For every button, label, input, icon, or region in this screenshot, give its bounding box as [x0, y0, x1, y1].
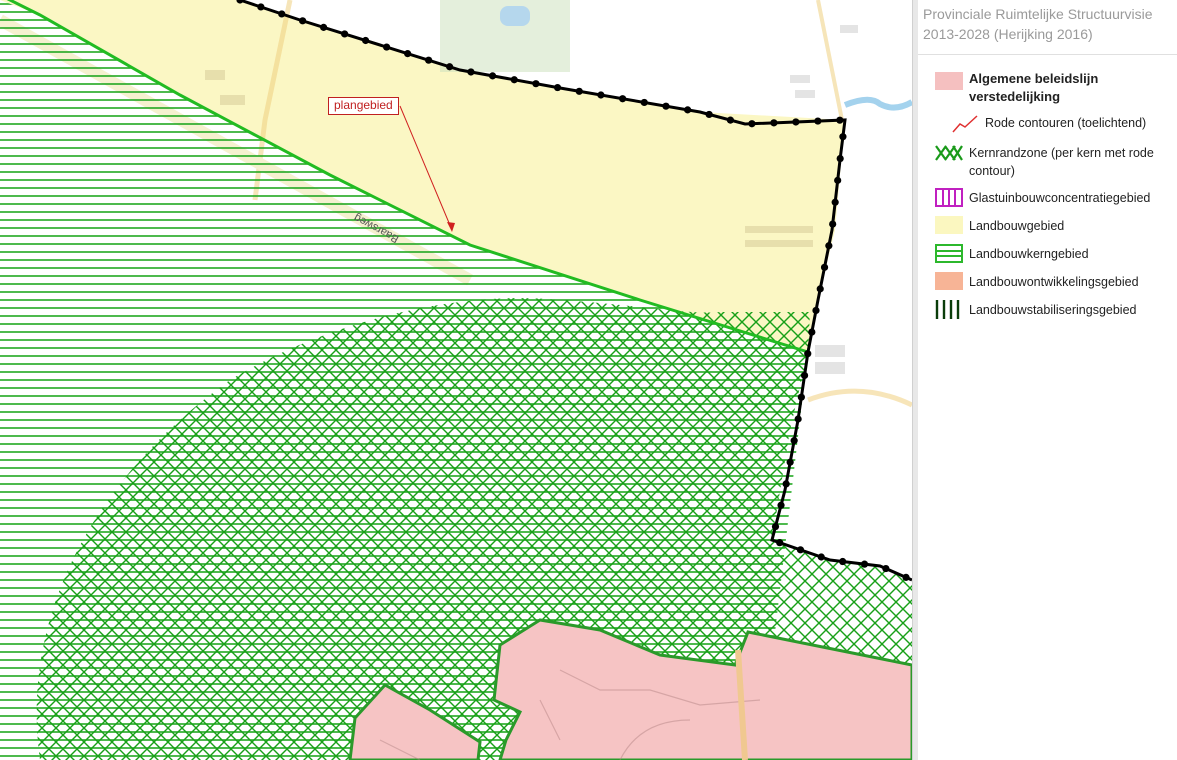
legend-item-landbouwkerngebied: Landbouwkerngebied — [918, 244, 1177, 266]
contour-dot — [796, 546, 805, 554]
contour-dot — [800, 371, 809, 380]
yellow-fill-icon — [935, 216, 963, 234]
contour-dot — [362, 36, 370, 45]
legend-separator — [918, 54, 1177, 55]
contour-dot — [662, 102, 670, 110]
contour-dot — [619, 95, 627, 103]
contour-dot — [771, 522, 780, 531]
contour-dot — [839, 557, 847, 566]
dark-green-vertical-hatch-icon — [935, 300, 960, 319]
contour-dot — [820, 263, 829, 271]
contour-dot — [817, 553, 825, 561]
legend-label: Landbouwontwikkelingsgebied — [969, 275, 1139, 289]
legend-label: Rode contouren (toelichtend) — [985, 116, 1147, 130]
salmon-fill-icon — [935, 272, 963, 290]
contour-dot — [839, 133, 847, 141]
green-horizontal-hatch-icon — [935, 244, 963, 263]
contour-dot — [404, 50, 412, 58]
contour-dot — [836, 154, 844, 163]
contour-dot — [257, 3, 265, 11]
contour-dot — [834, 176, 842, 184]
contour-dot — [777, 501, 785, 509]
contour-dot — [770, 119, 778, 127]
contour-dot — [278, 10, 286, 18]
contour-dot — [776, 539, 784, 547]
legend-label: Landbouwstabiliseringsgebied — [969, 303, 1137, 317]
contour-dot — [575, 87, 583, 95]
legend-panel: Provinciale Ruimtelijke Structuurvisie 2… — [918, 0, 1177, 760]
contour-dot — [792, 118, 800, 126]
contour-dot — [553, 83, 562, 92]
legend-item-kernrandzone: Kernrandzone (per kern met rode contour) — [918, 144, 1177, 182]
contour-dot — [812, 306, 820, 315]
plangebied-label: plangebied — [328, 97, 399, 115]
contour-dot — [684, 106, 692, 114]
contour-dot — [825, 242, 833, 250]
legend-item-verstedelijking: Algemene beleidslijn verstedelijking — [918, 70, 1177, 110]
contour-dot — [446, 63, 454, 71]
legend-label: Kernrandzone (per kern met rode contour) — [969, 146, 1154, 178]
contour-dot — [341, 30, 349, 38]
contour-dot — [748, 120, 756, 128]
legend-item-landbouwstabilisering: Landbouwstabiliseringsgebied — [918, 300, 1177, 322]
legend-item-rode-contouren: Rode contouren (toelichtend) — [918, 113, 1177, 135]
contour-dot — [467, 68, 475, 76]
contour-dot — [831, 198, 839, 206]
contour-dot — [790, 437, 798, 445]
contour-dot — [640, 98, 648, 107]
contour-dot — [488, 72, 497, 80]
contour-dot — [882, 564, 890, 573]
contour-dot — [786, 458, 794, 466]
contour-dot — [320, 23, 328, 31]
legend-item-landbouwontwikkeling: Landbouwontwikkelingsgebied — [918, 272, 1177, 294]
contour-dot — [510, 76, 518, 84]
contour-dot — [705, 110, 713, 119]
contour-dot — [425, 56, 433, 64]
contour-dot — [814, 117, 822, 125]
legend-item-landbouwgebied: Landbouwgebied — [918, 216, 1177, 238]
legend-label: Glastuinbouwconcentratiegebied — [969, 191, 1151, 205]
pink-fill-icon — [935, 72, 963, 90]
contour-dot — [829, 220, 837, 228]
red-line-icon — [952, 115, 978, 133]
contour-dot — [794, 415, 802, 423]
legend-label: Landbouwkerngebied — [969, 247, 1089, 261]
contour-dot — [902, 573, 910, 581]
magenta-vertical-hatch-icon — [935, 188, 963, 207]
legend-label: Landbouwgebied — [969, 219, 1065, 233]
legend-title: Provinciale Ruimtelijke Structuurvisie 2… — [923, 6, 1153, 42]
contour-dot — [808, 328, 816, 336]
contour-dot — [860, 560, 869, 568]
contour-dot — [782, 480, 790, 488]
contour-dot — [797, 393, 805, 401]
legend-label: Algemene beleidslijn verstedelijking — [969, 71, 1099, 104]
contour-dot — [597, 91, 605, 99]
map-viewer[interactable]: plangebied Baarsweg — [0, 0, 912, 760]
contour-dot — [804, 350, 812, 358]
legend-item-glastuinbouw: Glastuinbouwconcentratiegebied — [918, 188, 1177, 210]
contour-dot — [532, 80, 540, 88]
green-crosshatch-icon — [935, 145, 963, 161]
contour-dot — [299, 17, 307, 25]
contour-dot — [836, 116, 844, 124]
contour-dot — [726, 116, 735, 124]
contour-dot — [383, 43, 391, 51]
contour-dot — [816, 285, 824, 293]
